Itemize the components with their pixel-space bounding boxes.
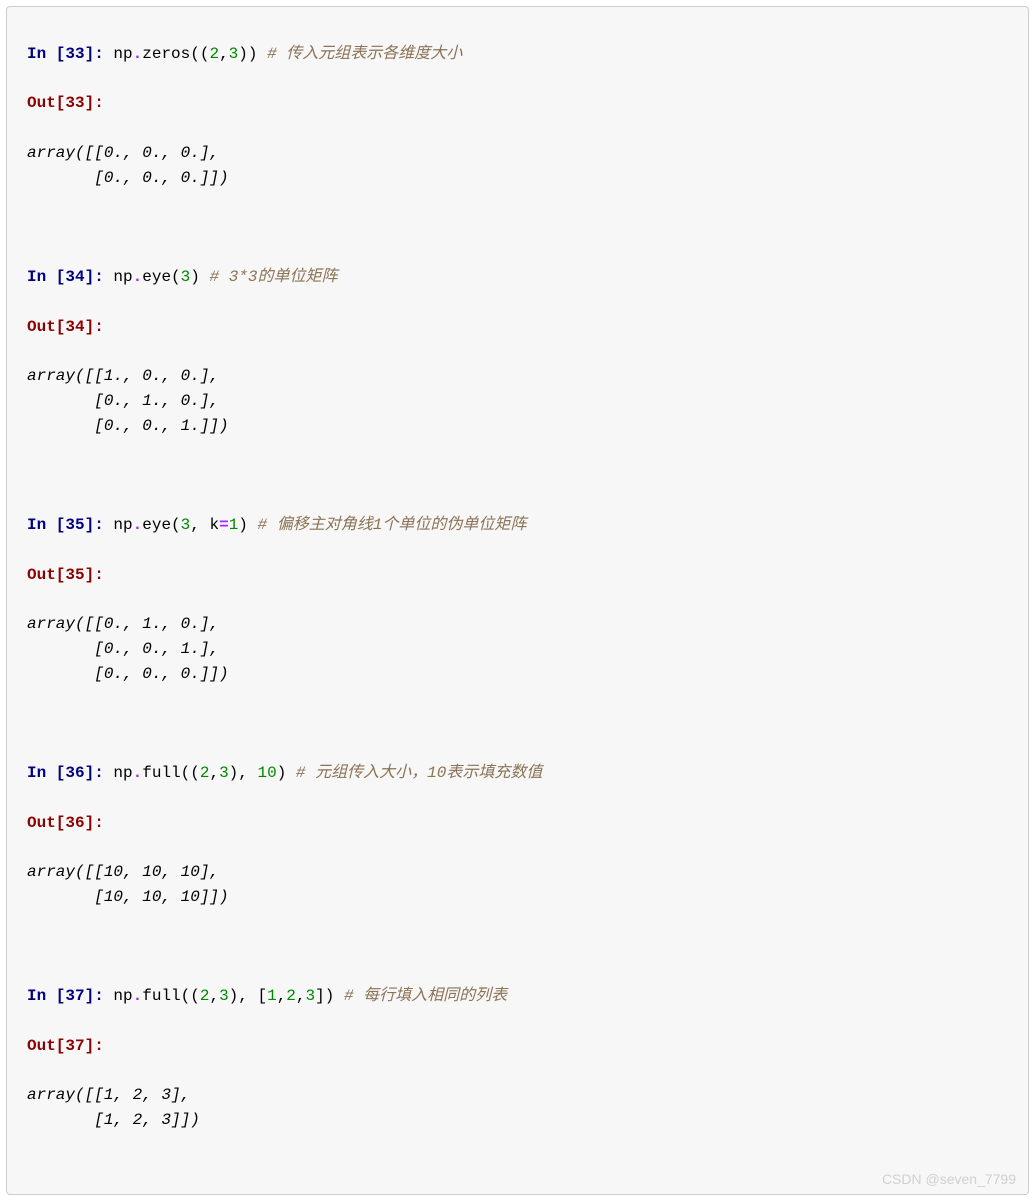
cell-output: array([[1, 2, 3], [1, 2, 3]]) [27, 1083, 1008, 1133]
out-prompt: Out[34]: [27, 318, 104, 336]
cell-input: In [37]: np.full((2,3), [1,2,3]) # 每行填入相… [27, 984, 1008, 1009]
code-comment: # 偏移主对角线1个单位的伪单位矩阵 [258, 516, 527, 534]
cell-input: In [35]: np.eye(3, k=1) # 偏移主对角线1个单位的伪单位… [27, 513, 1008, 538]
out-prompt: Out[33]: [27, 94, 104, 112]
cell-input: In [36]: np.full((2,3), 10) # 元组传入大小，10表… [27, 761, 1008, 786]
code-comment: # 元组传入大小，10表示填充数值 [296, 764, 542, 782]
out-prompt-line: Out[33]: [27, 91, 1008, 116]
out-prompt-line: Out[36]: [27, 811, 1008, 836]
cell-output: array([[0., 0., 0.], [0., 0., 0.]]) [27, 141, 1008, 191]
code-comment: # 每行填入相同的列表 [344, 987, 507, 1005]
out-prompt: Out[37]: [27, 1037, 104, 1055]
cell-input: In [33]: np.zeros((2,3)) # 传入元组表示各维度大小 [27, 42, 1008, 67]
out-prompt-line: Out[37]: [27, 1034, 1008, 1059]
in-prompt: In [35]: [27, 516, 113, 534]
cell-input: In [34]: np.eye(3) # 3*3的单位矩阵 [27, 265, 1008, 290]
code-comment: # 传入元组表示各维度大小 [267, 45, 462, 63]
watermark: CSDN @seven_7799 [882, 1169, 1016, 1191]
in-prompt: In [37]: [27, 987, 113, 1005]
in-prompt: In [36]: [27, 764, 113, 782]
in-prompt: In [34]: [27, 268, 113, 286]
code-block: In [33]: np.zeros((2,3)) # 传入元组表示各维度大小 O… [6, 6, 1029, 1195]
out-prompt-line: Out[35]: [27, 563, 1008, 588]
cell-output: array([[1., 0., 0.], [0., 1., 0.], [0., … [27, 364, 1008, 438]
out-prompt-line: Out[34]: [27, 315, 1008, 340]
cell-output: array([[0., 1., 0.], [0., 0., 1.], [0., … [27, 612, 1008, 686]
out-prompt: Out[36]: [27, 814, 104, 832]
code-comment: # 3*3的单位矩阵 [209, 268, 337, 286]
cell-output: array([[10, 10, 10], [10, 10, 10]]) [27, 860, 1008, 910]
out-prompt: Out[35]: [27, 566, 104, 584]
in-prompt: In [33]: [27, 45, 113, 63]
